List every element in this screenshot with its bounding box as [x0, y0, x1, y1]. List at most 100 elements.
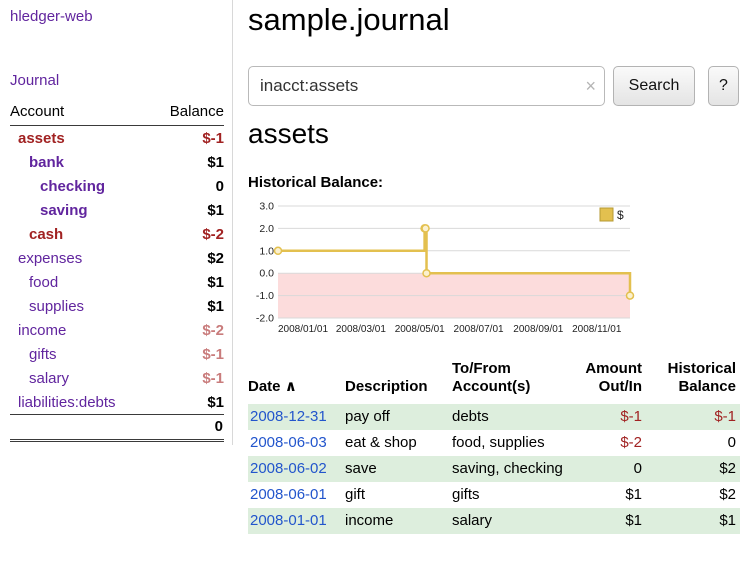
account-row: cash$-2: [10, 222, 224, 246]
account-balance: $-1: [202, 370, 224, 387]
transaction-accounts: debts: [452, 404, 582, 430]
account-row: assets$-1: [10, 126, 224, 150]
amount-header-line2: Out/In: [599, 378, 642, 395]
chart-title: Historical Balance:: [248, 174, 383, 191]
transaction-date-cell: 2008-06-02: [248, 456, 345, 482]
account-heading: assets: [248, 118, 329, 150]
balance-header-line1: Historical: [668, 360, 736, 377]
column-header-description: Description: [345, 360, 452, 404]
transaction-amount: 0: [582, 456, 650, 482]
account-row: gifts $-1: [10, 342, 224, 366]
sort-ascending-icon: ∧: [285, 378, 297, 395]
search-input[interactable]: [248, 66, 605, 106]
account-link-expenses[interactable]: expenses: [10, 250, 82, 267]
chart-ytick-label: 3.0: [259, 201, 274, 213]
date-header-label: Date: [248, 378, 281, 395]
transaction-date-link[interactable]: 2008-06-01: [250, 486, 327, 503]
accounts-total-row: 0: [10, 414, 224, 442]
account-balance: $1: [207, 154, 224, 171]
chart-data-point: [423, 270, 430, 277]
column-header-accounts: To/From Account(s): [452, 360, 582, 404]
account-balance: $-2: [202, 322, 224, 339]
account-link-saving[interactable]: saving: [10, 202, 88, 219]
account-row: food$1: [10, 270, 224, 294]
search-button[interactable]: Search: [613, 66, 695, 106]
historical-balance-chart: 3.02.01.00.0-1.0-2.02008/01/012008/03/01…: [248, 194, 640, 336]
account-link-supplies[interactable]: supplies: [10, 298, 84, 315]
register-row: 2008-12-31pay offdebts$-1$-1: [248, 404, 740, 430]
transaction-balance: 0: [650, 430, 740, 456]
transaction-date-cell: 2008-06-01: [248, 482, 345, 508]
transaction-balance: $1: [650, 508, 740, 534]
account-row: expenses $2: [10, 246, 224, 270]
account-row: salary $-1: [10, 366, 224, 390]
transaction-date-link[interactable]: 2008-12-31: [250, 408, 327, 425]
transaction-balance: $2: [650, 456, 740, 482]
transaction-date-link[interactable]: 2008-06-02: [250, 460, 327, 477]
search-bar: × Search ?: [248, 66, 739, 106]
accounts-total-value: 0: [215, 418, 223, 435]
register-table: Date ∧ Description To/From Account(s) Am…: [248, 360, 740, 534]
transaction-description: eat & shop: [345, 430, 452, 456]
accounts-header-account-label: Account: [10, 103, 64, 120]
accounts-header-balance-label: Balance: [170, 103, 224, 120]
account-link-liabilities-debts[interactable]: liabilities:debts: [10, 394, 116, 411]
transaction-description: save: [345, 456, 452, 482]
transaction-amount: $-1: [582, 404, 650, 430]
account-balance: $-1: [202, 346, 224, 363]
account-link-assets[interactable]: assets: [10, 130, 65, 147]
accounts-header: Account Balance: [10, 103, 224, 126]
transaction-amount: $-2: [582, 430, 650, 456]
account-link-bank[interactable]: bank: [10, 154, 64, 171]
column-header-date[interactable]: Date ∧: [248, 360, 345, 404]
sidebar-item-journal[interactable]: Journal: [10, 72, 59, 89]
transaction-date-link[interactable]: 2008-06-03: [250, 434, 327, 451]
account-link-income[interactable]: income: [10, 322, 66, 339]
account-link-food[interactable]: food: [10, 274, 58, 291]
transaction-accounts: salary: [452, 508, 582, 534]
account-balance: $2: [207, 250, 224, 267]
register-row: 2008-06-02savesaving, checking0$2: [248, 456, 740, 482]
clear-search-icon[interactable]: ×: [585, 77, 596, 95]
column-header-amount: Amount Out/In: [582, 360, 650, 404]
transaction-balance: $2: [650, 482, 740, 508]
transaction-accounts: gifts: [452, 482, 582, 508]
transaction-date-cell: 2008-06-03: [248, 430, 345, 456]
account-row: liabilities:debts $1: [10, 390, 224, 414]
accounts-header-line2: Account(s): [452, 378, 530, 395]
chart-data-point: [422, 225, 429, 232]
account-balance: 0: [216, 178, 224, 195]
account-row: bank $1: [10, 150, 224, 174]
account-link-salary[interactable]: salary: [10, 370, 69, 387]
account-link-gifts[interactable]: gifts: [10, 346, 57, 363]
account-row: supplies$1: [10, 294, 224, 318]
account-link-cash[interactable]: cash: [10, 226, 63, 243]
account-row: income $-2: [10, 318, 224, 342]
account-link-checking[interactable]: checking: [10, 178, 105, 195]
page-title: sample.journal: [248, 2, 450, 38]
amount-header-line1: Amount: [585, 360, 642, 377]
accounts-header-line1: To/From: [452, 360, 511, 377]
register-row: 2008-06-01giftgifts$1$2: [248, 482, 740, 508]
chart-data-point: [627, 292, 634, 299]
transaction-date-cell: 2008-12-31: [248, 404, 345, 430]
transaction-description: pay off: [345, 404, 452, 430]
column-header-balance: Historical Balance: [650, 360, 740, 404]
transaction-date-cell: 2008-01-01: [248, 508, 345, 534]
accounts-list: assets$-1bank$1checking0saving$1cash$-2e…: [10, 126, 224, 414]
chart-legend-swatch: [600, 208, 613, 221]
transaction-amount: $1: [582, 482, 650, 508]
chart-xtick-label: 2008/07/01: [454, 324, 504, 335]
chart-xtick-label: 2008/11/01: [572, 324, 622, 335]
sidebar: hledger-web Journal Account Balance asse…: [0, 0, 233, 445]
transaction-accounts: food, supplies: [452, 430, 582, 456]
chart-xtick-label: 2008/05/01: [395, 324, 445, 335]
transaction-date-link[interactable]: 2008-01-01: [250, 512, 327, 529]
chart-xtick-label: 2008/03/01: [336, 324, 386, 335]
chart-ytick-label: 2.0: [259, 223, 274, 235]
account-row: checking 0: [10, 174, 224, 198]
help-button[interactable]: ?: [708, 66, 739, 106]
account-balance: $1: [207, 394, 224, 411]
app-title-link[interactable]: hledger-web: [10, 8, 93, 25]
search-box: ×: [248, 66, 605, 106]
